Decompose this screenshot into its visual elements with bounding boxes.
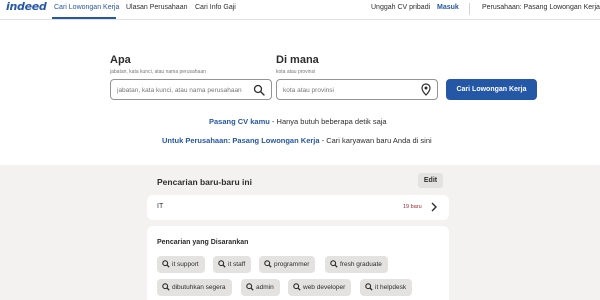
suggested-searches-title: Pencarian yang Disarankan xyxy=(157,239,249,246)
nav-employers[interactable]: Perusahaan: Pasang Lowongan Kerja xyxy=(482,4,600,11)
chip-label: admin xyxy=(256,284,274,291)
recent-search-query: IT xyxy=(157,203,164,210)
nav-active-indicator xyxy=(52,17,116,19)
suggestion-chip[interactable]: it support xyxy=(157,256,205,273)
magnifier-icon xyxy=(330,260,338,268)
promo-employers: Untuk Perusahaan: Pasang Lowongan Kerja … xyxy=(162,136,432,145)
recent-searches-title: Pencarian baru-baru ini xyxy=(157,177,252,187)
top-nav-bar: indeed Cari Lowongan Kerja Ulasan Perusa… xyxy=(0,0,600,20)
location-pin-icon xyxy=(421,83,431,96)
chip-label: web developer xyxy=(303,284,346,291)
promo-upload-cv-link[interactable]: Pasang CV kamu xyxy=(209,117,270,126)
chip-label: it staff xyxy=(228,261,246,268)
nav-salary-info[interactable]: Cari Info Gaji xyxy=(195,4,236,11)
where-label: Di mana xyxy=(276,54,319,66)
chevron-right-icon xyxy=(431,202,437,212)
suggestion-chip[interactable]: fresh graduate xyxy=(325,256,388,273)
magnifier-icon xyxy=(162,260,170,268)
promo-upload-cv-text: - Hanya butuh beberapa detik saja xyxy=(269,117,387,126)
where-search-box[interactable] xyxy=(276,79,438,100)
what-sublabel: jabatan, kata kunci, atau nama perusahaa… xyxy=(110,69,206,75)
chip-label: programmer xyxy=(274,261,310,268)
magnifier-icon xyxy=(293,283,301,291)
what-search-box[interactable] xyxy=(110,79,272,100)
new-jobs-count: 19 baru xyxy=(403,204,422,210)
search-icon xyxy=(253,84,265,96)
suggestion-chip[interactable]: programmer xyxy=(259,256,316,273)
suggestion-chip[interactable]: web developer xyxy=(288,279,352,296)
magnifier-icon xyxy=(162,283,170,291)
find-jobs-button[interactable]: Cari Lowongan Kerja xyxy=(446,79,537,100)
magnifier-icon xyxy=(246,283,254,291)
chip-label: it helpdesk xyxy=(375,284,407,291)
suggestion-chip[interactable]: admin xyxy=(241,279,280,296)
chip-label: it support xyxy=(172,261,199,268)
promo-employers-link[interactable]: Untuk Perusahaan: Pasang Lowongan Kerja xyxy=(162,136,320,145)
magnifier-icon xyxy=(264,260,272,268)
nav-upload-cv[interactable]: Unggah CV pribadi xyxy=(371,4,430,11)
nav-company-reviews[interactable]: Ulasan Perusahaan xyxy=(126,4,188,11)
recent-search-item[interactable]: IT 19 baru xyxy=(147,195,449,220)
suggestion-chip[interactable]: it helpdesk xyxy=(360,279,413,296)
indeed-logo[interactable]: indeed xyxy=(6,0,47,13)
promo-employers-text: - Cari karyawan baru Anda di sini xyxy=(319,136,432,145)
suggestion-chip[interactable]: dibutuhkan segera xyxy=(157,279,232,296)
edit-button[interactable]: Edit xyxy=(418,173,443,188)
nav-divider xyxy=(469,3,470,15)
nav-login[interactable]: Masuk xyxy=(437,4,459,11)
chip-label: fresh graduate xyxy=(340,261,382,268)
where-sublabel: kota atau provinsi xyxy=(276,69,316,75)
what-label: Apa xyxy=(110,54,131,66)
suggestion-chip[interactable]: it staff xyxy=(213,256,252,273)
magnifier-icon xyxy=(218,260,226,268)
where-input[interactable] xyxy=(283,84,413,96)
nav-find-jobs[interactable]: Cari Lowongan Kerja xyxy=(54,4,119,11)
magnifier-icon xyxy=(365,283,373,291)
what-input[interactable] xyxy=(117,84,247,96)
chip-label: dibutuhkan segera xyxy=(172,284,226,291)
promo-upload-cv: Pasang CV kamu - Hanya butuh beberapa de… xyxy=(209,117,387,126)
